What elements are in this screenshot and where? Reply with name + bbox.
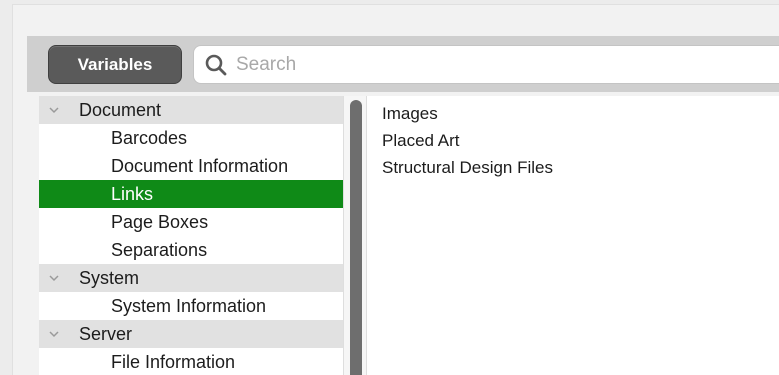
tree-item-document-information[interactable]: Document Information [39,152,343,180]
list-item-label: Placed Art [382,130,460,150]
tree-item-barcodes[interactable]: Barcodes [39,124,343,152]
tree-group-system[interactable]: System [39,264,343,292]
tree-group-server[interactable]: Server [39,320,343,348]
list-item[interactable]: Placed Art [382,127,772,154]
variable-tree: Document Barcodes Document Information L… [39,96,343,375]
tree-group-label: System [79,267,140,288]
tree-item-label: System Information [111,295,267,316]
chevron-down-icon[interactable] [47,327,61,341]
tree-item-system-information[interactable]: System Information [39,292,343,320]
variables-button[interactable]: Variables [48,45,182,84]
list-item[interactable]: Structural Design Files [382,154,772,181]
tree-item-label: Document Information [111,155,289,176]
toolbar: Variables [27,36,779,92]
search-icon [205,54,227,75]
chevron-down-icon[interactable] [47,271,61,285]
tree-item-file-information[interactable]: File Information [39,348,343,375]
search-input[interactable] [236,53,779,76]
list-item[interactable]: Images [382,100,772,127]
chevron-down-icon[interactable] [47,103,61,117]
list-item-label: Images [382,103,438,123]
search-field[interactable] [193,45,779,84]
list-item-label: Structural Design Files [382,157,554,177]
tree-item-label: Page Boxes [111,211,209,232]
tree-item-label: File Information [111,351,236,372]
tree-item-label: Links [111,183,154,204]
scroll-thumb[interactable] [350,100,362,375]
tree-group-document[interactable]: Document [39,96,343,124]
content-panel: Document Barcodes Document Information L… [39,96,779,375]
tree-item-label: Barcodes [111,127,188,148]
tree-scrollbar[interactable] [343,96,367,375]
tree-group-label: Document [79,99,162,120]
tree-item-label: Separations [111,239,208,260]
tree-item-page-boxes[interactable]: Page Boxes [39,208,343,236]
tree-group-label: Server [79,323,133,344]
links-detail-list: Images Placed Art Structural Design File… [382,100,772,181]
tree-item-links[interactable]: Links [39,180,343,208]
tree-item-separations[interactable]: Separations [39,236,343,264]
